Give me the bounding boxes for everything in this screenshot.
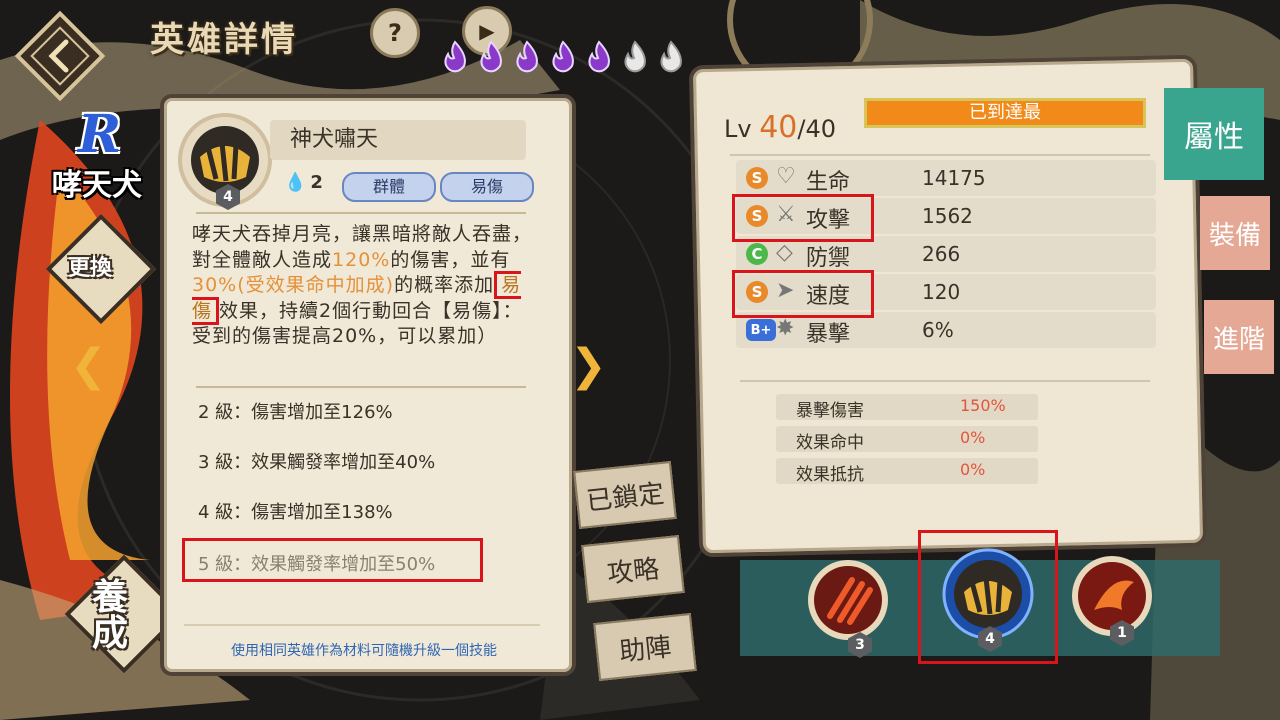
sub-stat-value: 0% <box>960 428 986 447</box>
flame-star-empty-icon <box>624 40 646 73</box>
annotation-box <box>732 194 874 242</box>
flame-star-icon <box>516 40 538 73</box>
flame-star-icon <box>444 40 466 73</box>
exp-bar: 已到達最 <box>864 98 1146 128</box>
skill-description: 哮天犬吞掉月亮，讓黑暗將敵人吞盡，對全體敵人造成120%的傷害，並有30%(受效… <box>192 223 533 347</box>
rarity-badge: R <box>78 104 122 165</box>
skill-level-4: 4 級：傷害增加至138% <box>198 502 393 523</box>
level-display: Lv 40/40 <box>724 110 837 145</box>
heart-icon: ♡ <box>776 164 796 189</box>
skill-upgrade-hint: 使用相同英雄作為材料可隨機升級一個技能 <box>231 643 497 659</box>
assist-tab[interactable]: 助陣 <box>593 613 697 681</box>
stat-value: 266 <box>922 242 961 266</box>
divider <box>740 380 1150 382</box>
skill-level-3: 3 級：效果觸發率增加至40% <box>198 452 436 473</box>
stat-value: 6% <box>922 318 954 342</box>
skill-slot-3[interactable] <box>1070 554 1154 638</box>
skill-cost: 💧 2 <box>284 172 323 193</box>
crit-icon: ✸ <box>776 316 795 341</box>
flame-star-icon <box>480 40 502 73</box>
divider <box>184 624 540 626</box>
help-button[interactable]: ? <box>370 8 420 58</box>
train-label: 養成 <box>92 577 129 654</box>
skill-name: 神犬嘯天 <box>270 120 526 160</box>
sub-stat-name: 暴擊傷害 <box>796 401 864 421</box>
tab-attributes[interactable]: 屬性 <box>1164 88 1264 180</box>
divider <box>196 386 526 388</box>
tab-equipment[interactable]: 裝備 <box>1200 196 1270 270</box>
flame-star-icon <box>588 40 610 73</box>
skill-tag-vulnerable: 易傷 <box>440 172 534 202</box>
awaken-stars <box>440 40 686 74</box>
flame-star-empty-icon <box>660 40 682 73</box>
flame-skill-icon <box>1072 556 1152 636</box>
swap-label: 更換 <box>68 256 113 281</box>
stat-name: 防禦 <box>806 246 851 271</box>
train-button[interactable]: 養成 <box>64 554 184 674</box>
sub-stat-name: 效果命中 <box>796 433 864 453</box>
question-icon: ? <box>388 19 402 47</box>
skill-slot-1[interactable] <box>806 558 890 642</box>
flame-star-icon <box>552 40 574 73</box>
back-button[interactable] <box>12 8 108 104</box>
stat-row-0: S ♡ 生命 14175 <box>736 160 1156 196</box>
sub-stat-value: 0% <box>960 460 986 479</box>
annotation-box <box>732 270 874 318</box>
stat-grade-badge: S <box>746 167 768 189</box>
stat-value: 1562 <box>922 204 973 228</box>
shield-icon: ◇ <box>776 240 793 265</box>
stat-value: 120 <box>922 280 961 304</box>
sub-stat-row-1: 效果命中 0% <box>776 426 1038 453</box>
stat-grade-badge: C <box>746 243 768 265</box>
moon-skill-icon <box>942 548 1034 640</box>
swap-button[interactable]: 更換 <box>45 213 157 325</box>
skill-tag-group: 群體 <box>342 172 436 202</box>
stat-grade-badge: B+ <box>746 319 776 341</box>
page-title: 英雄詳情 <box>150 20 298 60</box>
stat-name: 生命 <box>806 170 851 195</box>
prev-hero-arrow[interactable]: ❮ <box>70 340 107 391</box>
stat-name: 暴擊 <box>806 322 851 347</box>
stat-value: 14175 <box>922 166 986 190</box>
guide-tab[interactable]: 攻略 <box>581 535 685 603</box>
sub-stat-name: 效果抵抗 <box>796 465 864 485</box>
skill-level-5: 5 級：效果觸發率增加至50% <box>198 554 436 575</box>
sub-stat-value: 150% <box>960 396 1006 415</box>
skill-level-2: 2 級：傷害增加至126% <box>198 402 393 423</box>
back-arrow-icon <box>14 10 106 102</box>
sub-stat-row-0: 暴擊傷害 150% <box>776 394 1038 421</box>
claw-skill-icon <box>808 560 888 640</box>
tab-advance[interactable]: 進階 <box>1204 300 1274 374</box>
water-drop-icon: 💧 <box>284 172 307 193</box>
divider <box>730 154 1150 156</box>
sub-stat-row-2: 效果抵抗 0% <box>776 458 1038 485</box>
locked-tab[interactable]: 已鎖定 <box>573 461 677 529</box>
hero-name: 哮天犬 <box>52 168 142 203</box>
skill-slot-2[interactable] <box>942 548 1034 640</box>
divider <box>196 212 526 214</box>
